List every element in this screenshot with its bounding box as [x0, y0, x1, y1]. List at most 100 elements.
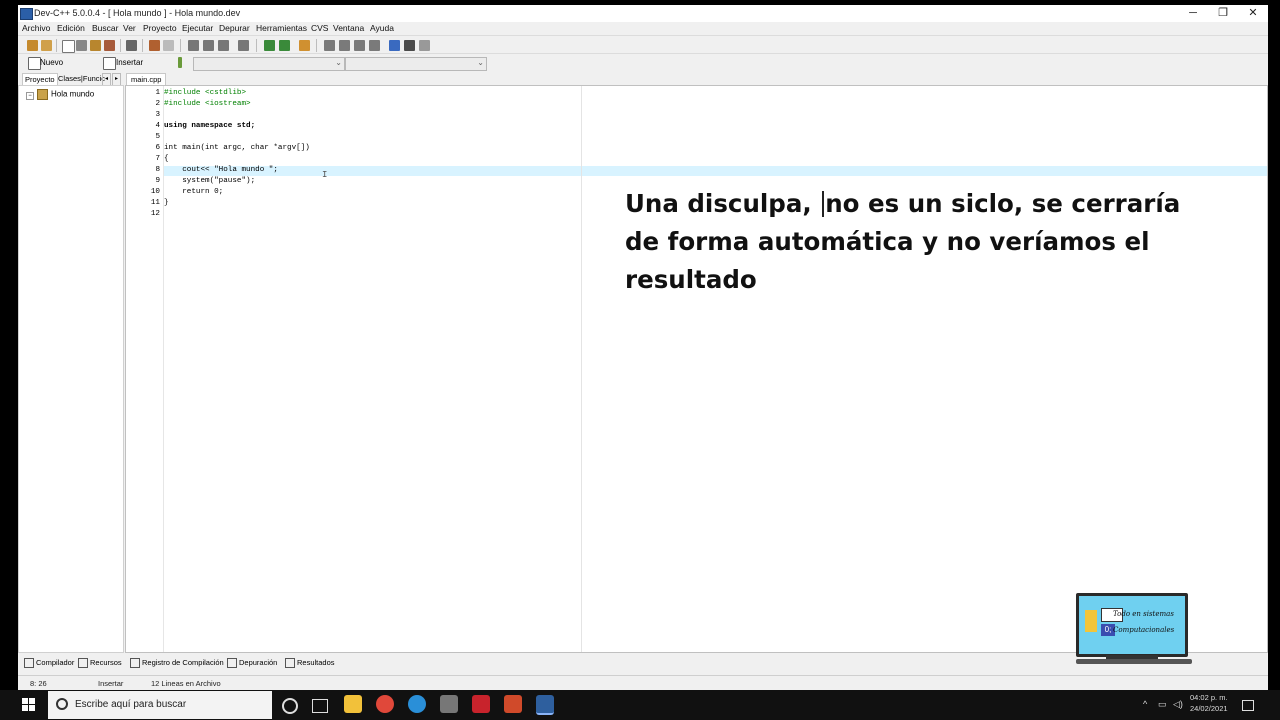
- menu-ayuda[interactable]: Ayuda: [370, 23, 394, 33]
- chevron-down-icon: ⌄: [477, 58, 484, 67]
- bookmark-icon[interactable]: [178, 57, 182, 68]
- tab-proyecto[interactable]: Proyecto: [22, 73, 58, 85]
- undo-icon[interactable]: [149, 40, 160, 51]
- search-icon: [56, 698, 68, 710]
- volume-icon[interactable]: ◁): [1173, 699, 1183, 710]
- class-combo[interactable]: ⌄: [193, 57, 345, 71]
- profile-icon[interactable]: [404, 40, 415, 51]
- task-view-icon[interactable]: [312, 699, 328, 713]
- stop-icon[interactable]: [419, 40, 430, 51]
- print-icon[interactable]: [126, 40, 137, 51]
- compiler-icon: [24, 658, 34, 669]
- remove-from-project-icon[interactable]: [279, 40, 290, 51]
- menu-proyecto[interactable]: Proyecto: [143, 23, 177, 33]
- menu-buscar[interactable]: Buscar: [92, 23, 118, 33]
- devcpp-app-icon: [20, 8, 33, 20]
- menu-ventana[interactable]: Ventana: [333, 23, 364, 33]
- add-to-project-icon[interactable]: [264, 40, 275, 51]
- logo-text-2: Computacionales: [1113, 626, 1175, 634]
- member-combo[interactable]: ⌄: [345, 57, 487, 71]
- window-title: Dev-C++ 5.0.0.4 - [ Hola mundo ] - Hola …: [34, 8, 241, 18]
- debug-icon[interactable]: [389, 40, 400, 51]
- rebuild-all-icon[interactable]: [369, 40, 380, 51]
- menu-archivo[interactable]: Archivo: [22, 23, 50, 33]
- find-icon[interactable]: [188, 40, 199, 51]
- run-icon[interactable]: [339, 40, 350, 51]
- network-icon[interactable]: ▭: [1158, 699, 1167, 710]
- compile-icon[interactable]: [324, 40, 335, 51]
- cortana-icon[interactable]: [282, 698, 298, 714]
- notifications-icon[interactable]: [1242, 700, 1254, 711]
- project-tree: − Hola mundo: [18, 85, 124, 653]
- status-mode: Insertar: [98, 679, 124, 688]
- find-next-icon[interactable]: [203, 40, 214, 51]
- redo-icon[interactable]: [163, 40, 174, 51]
- taskbar-search-box[interactable]: Escribe aquí para buscar: [48, 691, 272, 719]
- edge-icon[interactable]: [408, 695, 426, 713]
- insert-icon: [103, 57, 116, 70]
- status-lines: 12 Lineas en Archivo: [151, 679, 221, 688]
- tab-resultados[interactable]: Resultados: [285, 658, 335, 669]
- project-options-icon[interactable]: [299, 40, 310, 51]
- menu-cvs[interactable]: CVS: [311, 23, 328, 33]
- code-line: 2 #include <iostream>: [155, 100, 251, 108]
- code-editor[interactable]: 1 #include <cstdlib> 2 #include <iostream>…: [125, 85, 1268, 653]
- project-icon: [37, 89, 48, 100]
- caption-overlay: Una disculpa, no es un siclo, se cerrarí…: [625, 185, 1185, 299]
- new-button[interactable]: Nuevo: [40, 58, 63, 67]
- close-button[interactable]: ✕: [1238, 5, 1268, 22]
- caption-part-1: Una disculpa,: [625, 189, 821, 218]
- new-file-icon[interactable]: [62, 40, 75, 53]
- close-file-icon[interactable]: [104, 40, 115, 51]
- tree-item-label: Hola mundo: [51, 89, 95, 99]
- save-all-icon[interactable]: [90, 40, 101, 51]
- right-margin-line: [581, 86, 582, 652]
- save-icon[interactable]: [76, 40, 87, 51]
- tab-clases[interactable]: Clases|Funcic: [56, 73, 107, 84]
- compile-run-icon[interactable]: [354, 40, 365, 51]
- toolbar-separator: [120, 39, 121, 52]
- code-line: 3: [155, 111, 160, 119]
- tab-compilador[interactable]: Compilador: [24, 658, 74, 669]
- clock-time: 04:02 p. m.: [1190, 693, 1228, 702]
- media-app-icon[interactable]: [472, 695, 490, 713]
- menu-edicion[interactable]: Edición: [57, 23, 85, 33]
- app-icon[interactable]: [440, 695, 458, 713]
- goto-line-icon[interactable]: [238, 40, 249, 51]
- tab-registro[interactable]: Registro de Compilación: [130, 658, 224, 669]
- tab-depuracion[interactable]: Depuración: [227, 658, 277, 669]
- code-line: 10 return 0;: [150, 188, 224, 196]
- minimize-button[interactable]: ─: [1178, 5, 1208, 22]
- bottom-panel-tabs: Compilador Recursos Registro de Compilac…: [18, 656, 1268, 671]
- windows-start-icon[interactable]: [22, 698, 36, 712]
- logo-monitor: 0; Todo en sistemas Computacionales: [1076, 593, 1188, 657]
- maximize-button[interactable]: ❐: [1208, 5, 1238, 22]
- toolbar-separator: [316, 39, 317, 52]
- tab-recursos[interactable]: Recursos: [78, 658, 122, 669]
- show-hidden-icons-icon[interactable]: ^: [1143, 699, 1147, 709]
- channel-logo: 0; Todo en sistemas Computacionales: [1076, 593, 1192, 665]
- replace-icon[interactable]: [218, 40, 229, 51]
- editor-tabs: main.cpp: [125, 72, 1268, 85]
- code-line: 1 #include <cstdlib>: [155, 89, 247, 97]
- chrome-icon[interactable]: [376, 695, 394, 713]
- tree-item-project[interactable]: − Hola mundo: [26, 89, 94, 100]
- title-bar: Dev-C++ 5.0.0.4 - [ Hola mundo ] - Hola …: [18, 5, 1268, 22]
- save-project-icon[interactable]: [41, 40, 52, 51]
- menu-ejecutar[interactable]: Ejecutar: [182, 23, 213, 33]
- toolbar-separator: [180, 39, 181, 52]
- collapse-icon[interactable]: −: [26, 91, 34, 100]
- powerpoint-icon[interactable]: [504, 695, 522, 713]
- taskbar-clock[interactable]: 04:02 p. m. 24/02/2021: [1190, 692, 1228, 714]
- insert-button[interactable]: Insertar: [116, 58, 143, 67]
- code-line: 6 int main(int argc, char *argv[]): [155, 144, 310, 152]
- tab-main-cpp[interactable]: main.cpp: [126, 73, 167, 85]
- open-project-icon[interactable]: [27, 40, 38, 51]
- menu-ver[interactable]: Ver: [123, 23, 136, 33]
- log-icon: [130, 658, 140, 669]
- menu-herramientas[interactable]: Herramientas: [256, 23, 307, 33]
- devcpp-taskbar-icon[interactable]: [536, 695, 554, 715]
- menu-depurar[interactable]: Depurar: [219, 23, 250, 33]
- resources-icon: [78, 658, 88, 669]
- file-explorer-icon[interactable]: [344, 695, 362, 713]
